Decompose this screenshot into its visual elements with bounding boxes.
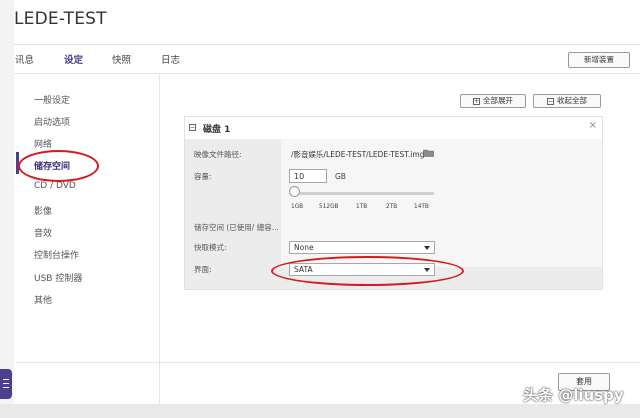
capacity-unit: GB	[335, 172, 346, 181]
collapse-toggle-icon[interactable]: −	[189, 124, 196, 131]
menu-toggle-button[interactable]	[0, 369, 12, 399]
slider-tick: 1TB	[356, 204, 368, 210]
settings-sidebar: 一般设定 启动选项 网络 储存空间 CD / DVD 影像 音效 控制台操作 U…	[16, 74, 160, 404]
divider	[0, 44, 640, 45]
tab-info[interactable]: 讯息	[15, 52, 34, 66]
sidebar-item-general[interactable]: 一般设定	[34, 93, 70, 106]
disk-panel: − 磁盘 1 × 映像文件路径: /影音娱乐/LEDE-TEST/LEDE-TE…	[184, 116, 603, 290]
disk-body: 映像文件路径: /影音娱乐/LEDE-TEST/LEDE-TEST.img 容量…	[185, 139, 602, 289]
close-icon[interactable]: ×	[589, 120, 597, 131]
sidebar-item-console[interactable]: 控制台操作	[34, 248, 79, 261]
chevron-down-icon	[424, 268, 430, 272]
tab-settings[interactable]: 设定	[64, 52, 83, 66]
bottom-bar	[0, 404, 640, 418]
interface-select[interactable]: SATA	[289, 263, 435, 276]
collapse-all-button[interactable]: − 收起全部	[533, 94, 601, 108]
folder-icon[interactable]	[423, 149, 434, 157]
slider-tick: 512GB	[319, 204, 339, 210]
tab-log[interactable]: 日志	[161, 52, 180, 66]
cache-mode-select[interactable]: None	[289, 241, 435, 254]
expand-all-label: 全部展开	[483, 96, 513, 105]
storage-usage-label: 储存空间 (已使用/ 總容...	[194, 223, 279, 232]
sidebar-item-other[interactable]: 其他	[34, 293, 52, 306]
disk-title: 磁盘 1	[203, 125, 231, 135]
image-path-label: 映像文件路径:	[194, 150, 242, 159]
slider-tick: 1GB	[291, 204, 304, 210]
divider	[16, 362, 640, 363]
chevron-down-icon	[424, 246, 430, 250]
capacity-input[interactable]: 10	[289, 169, 327, 183]
sidebar-item-boot-options[interactable]: 启动选项	[34, 115, 70, 128]
slider-tick: 14TB	[414, 204, 429, 210]
title-bar: LEDE-TEST	[0, 0, 640, 44]
interface-label: 界面:	[194, 265, 212, 274]
slider-handle[interactable]	[289, 186, 300, 197]
plus-icon: +	[473, 97, 480, 105]
collapse-all-label: 收起全部	[557, 96, 587, 105]
tab-snapshot[interactable]: 快照	[112, 52, 131, 66]
active-indicator	[16, 152, 19, 174]
sidebar-item-network[interactable]: 网络	[34, 137, 52, 150]
left-handle	[0, 0, 14, 418]
cache-mode-label: 快取模式:	[194, 243, 227, 252]
new-device-button[interactable]: 新增装置	[568, 52, 630, 68]
main-tabs: 讯息 设定 快照 日志	[0, 47, 640, 73]
cache-mode-value: None	[294, 243, 314, 252]
minus-icon: −	[547, 97, 554, 105]
capacity-slider[interactable]	[295, 192, 434, 195]
disk-header: − 磁盘 1 ×	[185, 117, 602, 140]
sidebar-item-audio[interactable]: 音效	[34, 226, 52, 239]
sidebar-item-storage[interactable]: 储存空间	[34, 159, 70, 172]
sidebar-item-cd-dvd[interactable]: CD / DVD	[34, 181, 76, 191]
capacity-label: 容量:	[194, 172, 212, 181]
sidebar-item-usb-controller[interactable]: USB 控制器	[34, 271, 82, 284]
interface-value: SATA	[294, 265, 313, 274]
watermark: 头条 @liuspy	[523, 386, 624, 404]
slider-tick: 2TB	[386, 204, 398, 210]
sidebar-item-video[interactable]: 影像	[34, 204, 52, 217]
image-path-value: /影音娱乐/LEDE-TEST/LEDE-TEST.img	[291, 150, 425, 159]
expand-all-button[interactable]: + 全部展开	[460, 94, 526, 108]
app-title: LEDE-TEST	[14, 9, 107, 29]
